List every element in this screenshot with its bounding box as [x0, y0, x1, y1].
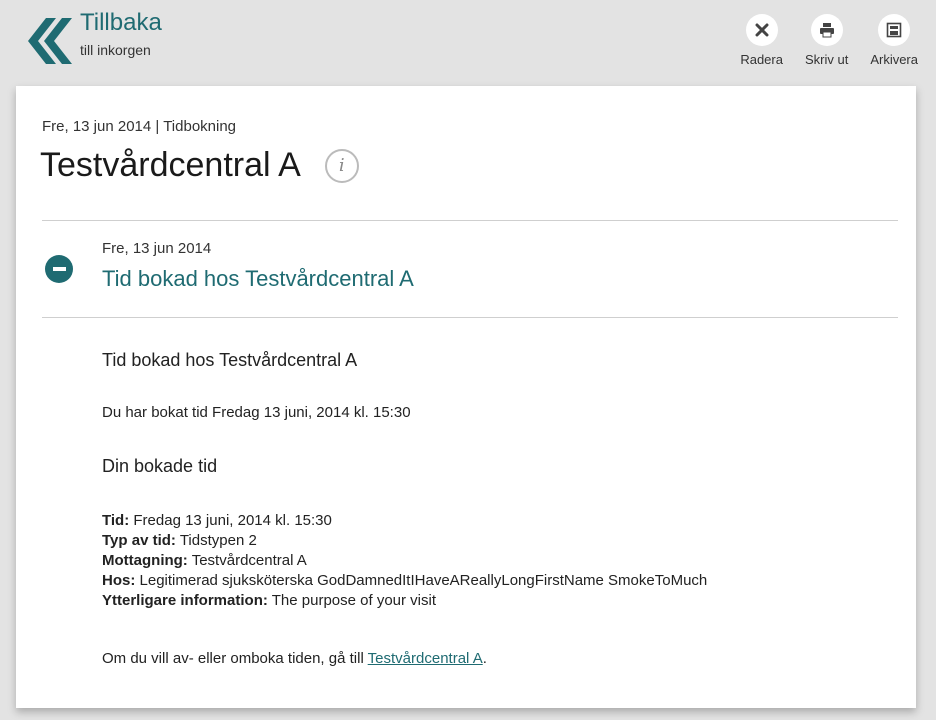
info-icon[interactable]: i — [324, 148, 359, 183]
back-title: Tillbaka — [80, 9, 162, 36]
print-button[interactable]: Skriv ut — [805, 14, 848, 67]
archive-icon — [886, 22, 902, 38]
rebook-instructions: Om du vill av- eller omboka tiden, gå ti… — [102, 650, 487, 667]
archive-label: Arkivera — [870, 52, 918, 67]
detail-value: The purpose of your visit — [271, 592, 437, 609]
delete-label: Radera — [740, 52, 783, 67]
body-title: Tid bokad hos Testvårdcentral A — [102, 350, 358, 370]
rebook-suffix: . — [482, 650, 487, 667]
entry-date: Fre, 13 jun 2014 — [102, 240, 212, 257]
entry-subject[interactable]: Tid bokad hos Testvårdcentral A — [102, 266, 414, 292]
detail-row: Tid: Fredag 13 juni, 2014 kl. 15:30 — [102, 511, 707, 531]
detail-label: Mottagning: — [102, 552, 188, 569]
rebook-text: Om du vill av- eller omboka tiden, gå ti… — [102, 650, 368, 667]
page-title: Testvårdcentral A i — [40, 146, 359, 185]
delete-icon — [755, 23, 769, 37]
booking-details: Tid: Fredag 13 juni, 2014 kl. 15:30 Typ … — [102, 511, 707, 611]
back-subtitle: till inkorgen — [80, 42, 151, 58]
divider — [42, 317, 898, 318]
top-bar: Tillbaka till inkorgen Radera Skriv ut A… — [0, 0, 936, 86]
detail-label: Ytterligare information: — [102, 592, 268, 609]
detail-row: Hos: Legitimerad sjuksköterska GodDamned… — [102, 571, 707, 591]
message-card: Fre, 13 jun 2014 | Tidbokning Testvårdce… — [16, 86, 916, 708]
toolbar-actions: Radera Skriv ut Arkivera — [718, 14, 918, 67]
detail-label: Typ av tid: — [102, 532, 176, 549]
detail-row: Mottagning: Testvårdcentral A — [102, 551, 707, 571]
detail-label: Hos: — [102, 572, 136, 589]
detail-value: Testvårdcentral A — [191, 552, 307, 569]
page-title-text: Testvårdcentral A — [40, 146, 301, 184]
print-label: Skriv ut — [804, 52, 849, 67]
detail-value: Tidstypen 2 — [179, 532, 257, 549]
back-to-inbox-button[interactable]: Tillbaka till inkorgen — [18, 10, 162, 66]
section-title: Din bokade tid — [102, 456, 218, 476]
clinic-link[interactable]: Testvårdcentral A — [368, 650, 483, 667]
print-icon — [819, 23, 834, 38]
detail-row: Ytterligare information: The purpose of … — [102, 591, 707, 611]
delete-button[interactable]: Radera — [740, 14, 783, 67]
detail-value: Legitimerad sjuksköterska GodDamnedItIHa… — [139, 572, 708, 589]
detail-label: Tid: — [102, 512, 130, 529]
divider — [42, 220, 898, 221]
message-meta: Fre, 13 jun 2014 | Tidbokning — [42, 118, 237, 135]
detail-value: Fredag 13 juni, 2014 kl. 15:30 — [133, 512, 332, 529]
double-chevron-left-icon — [28, 18, 72, 64]
detail-row: Typ av tid: Tidstypen 2 — [102, 531, 707, 551]
body-line: Du har bokat tid Fredag 13 juni, 2014 kl… — [102, 404, 411, 421]
collapse-icon[interactable] — [45, 255, 73, 283]
archive-button[interactable]: Arkivera — [870, 14, 918, 67]
